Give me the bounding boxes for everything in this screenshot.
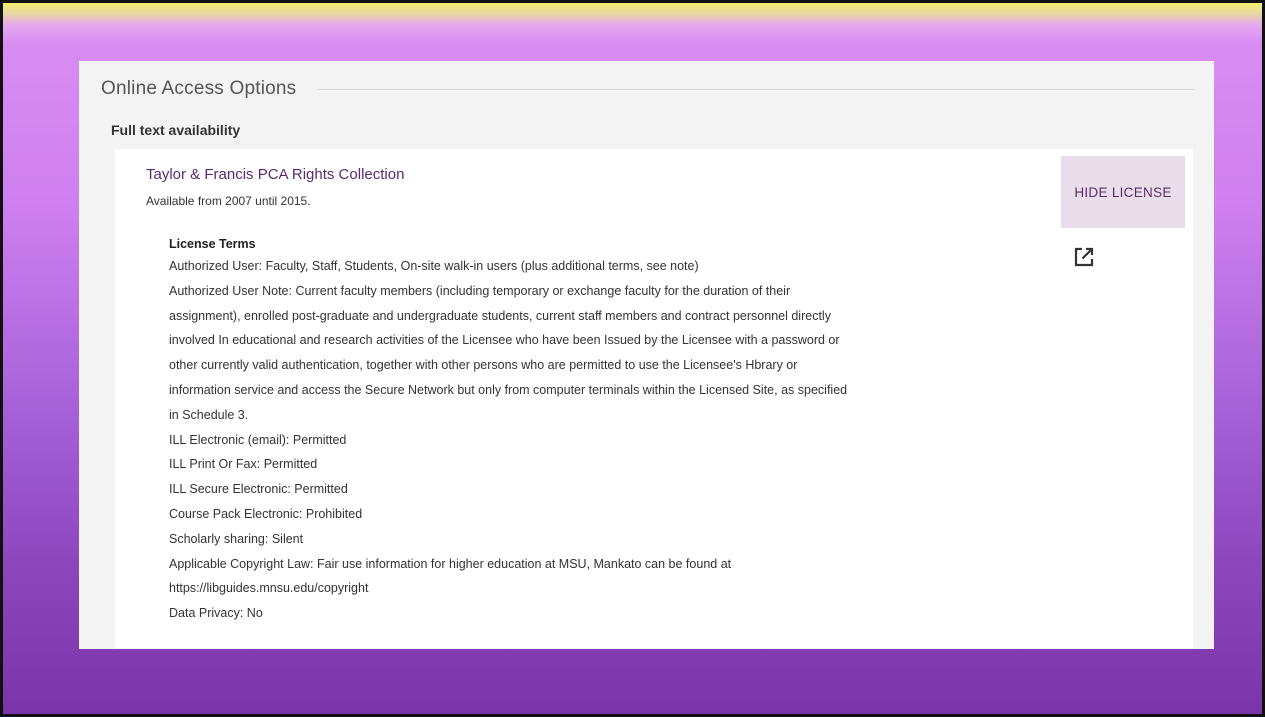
section-divider [318,88,1194,90]
license-line: ILL Print Or Fax: Permitted [169,457,318,472]
license-line: ILL Electronic (email): Permitted [169,432,347,447]
external-link-icon[interactable] [1073,246,1095,268]
license-line: Applicable Copyright Law: Fair use infor… [169,556,732,571]
external-link-icon-graphic [1074,247,1094,267]
license-line: other currently valid authentication, to… [169,358,798,373]
license-line: Authorized User Note: Current faculty me… [169,283,791,298]
license-line: Scholarly sharing: Silent [169,531,304,546]
license-line: involved In educational and research act… [169,333,840,348]
section-header: Online Access Options [101,75,1194,103]
license-line: Data Privacy: No [169,606,263,621]
service-card: Taylor & Francis PCA Rights Collection A… [115,149,1193,649]
full-text-heading: Full text availability [111,122,241,138]
provider-link[interactable]: Taylor & Francis PCA Rights Collection [146,166,404,183]
license-line: Authorized User: Faculty, Staff, Student… [169,259,699,273]
license-line: https://libguides.mnsu.edu/copyright [169,581,369,596]
online-access-panel: Online Access Options Full text availabi… [79,61,1214,649]
license-terms: License Terms Authorized User: Faculty, … [169,235,1009,626]
hide-license-button[interactable]: HIDE LICENSE [1061,156,1185,228]
license-line: ILL Secure Electronic: Permitted [169,482,348,497]
license-line: information service and access the Secur… [169,382,848,397]
license-line: in Schedule 3. [169,407,249,422]
availability-text: Available from 2007 until 2015. [146,194,311,208]
license-line: assignment), enrolled post-graduate and … [169,308,831,323]
license-heading: License Terms [169,237,256,251]
section-title: Online Access Options [101,78,297,99]
license-line: Course Pack Electronic: Prohibited [169,506,363,521]
slide-frame: Online Access Options Full text availabi… [0,0,1265,717]
